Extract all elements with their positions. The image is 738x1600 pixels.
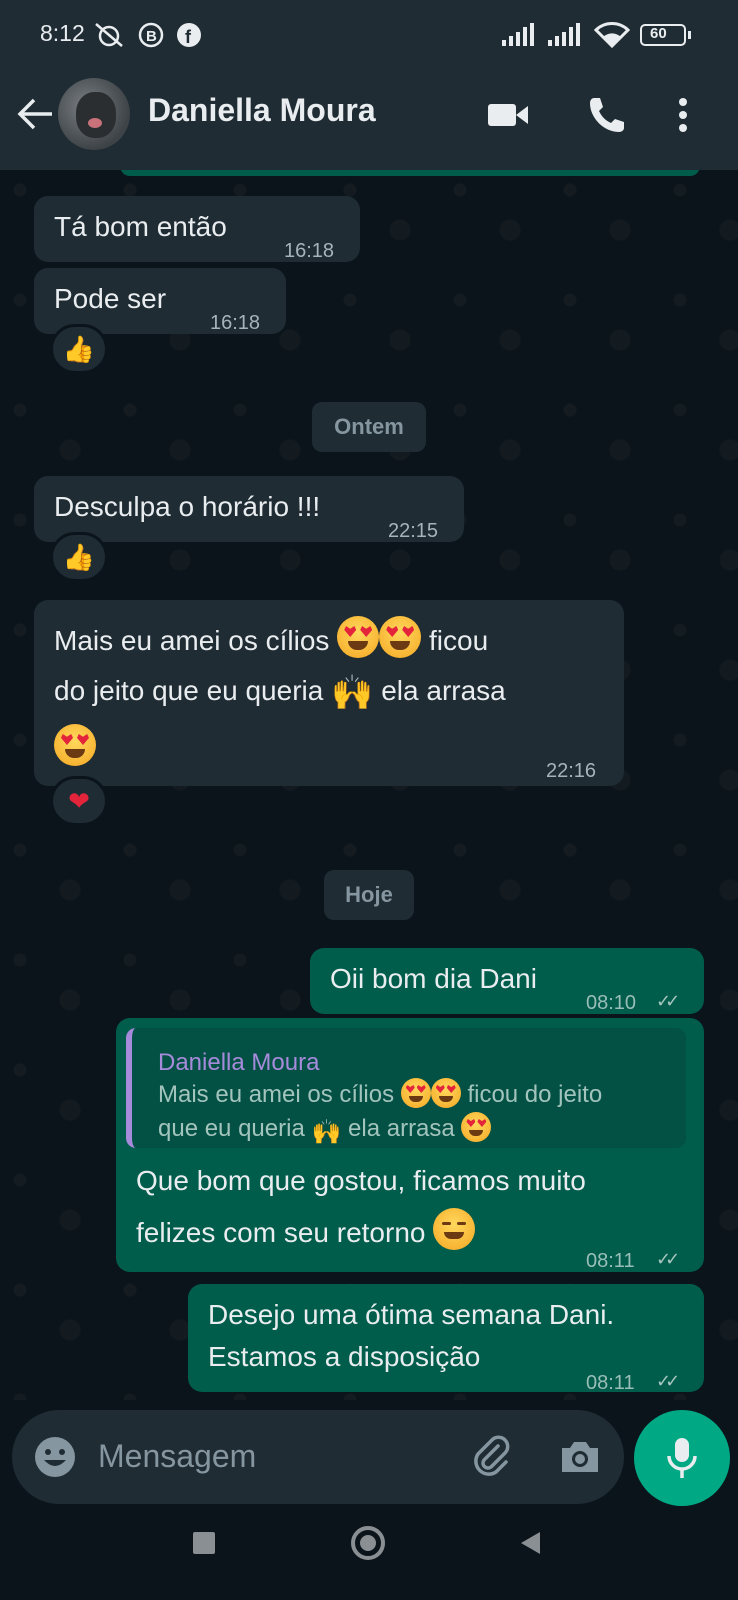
message-composer: Mensagem — [12, 1410, 624, 1504]
message-text: Pode ser — [54, 283, 167, 314]
quoted-text-part: ela arrasa — [348, 1115, 455, 1142]
heart-eyes-emoji-icon — [461, 1112, 492, 1142]
svg-text:f: f — [185, 27, 192, 47]
battery-tip — [688, 31, 691, 39]
message-time: 08:11 — [586, 1250, 635, 1272]
quoted-text: Mais eu amei os cílios ficou do jeito qu… — [158, 1078, 678, 1150]
voice-call-icon[interactable] — [582, 90, 632, 140]
emoji-icon[interactable] — [32, 1434, 78, 1480]
signal-2-icon — [548, 23, 580, 46]
message-text: Oii bom dia Dani — [330, 963, 537, 994]
heart-eyes-emoji-icon — [430, 1078, 461, 1108]
heart-eyes-emoji-icon — [337, 616, 380, 658]
heart-eyes-emoji-icon — [54, 724, 96, 766]
reaction-thumbs-up-icon[interactable]: 👍 — [50, 532, 108, 582]
alarm-off-icon — [95, 23, 123, 47]
quoted-text-part: que eu queria — [158, 1115, 305, 1142]
system-navigation-bar — [0, 1510, 738, 1600]
outgoing-message-partial — [120, 170, 700, 176]
battery-level: 60 — [650, 25, 667, 42]
incoming-message[interactable]: Tá bom então 16:18 — [34, 196, 360, 262]
message-emoji-line — [54, 724, 96, 770]
message-time: 16:18 — [284, 240, 335, 262]
chat-area[interactable]: Tá bom então 16:18 Pode ser 16:18 👍 Onte… — [0, 170, 738, 1400]
date-chip: Hoje — [324, 870, 414, 920]
battery-icon: 60 — [640, 24, 686, 46]
message-text: Estamos a disposição — [208, 1341, 481, 1372]
avatar[interactable] — [58, 78, 130, 150]
message-text: Tá bom então — [54, 211, 227, 242]
reaction-thumbs-up-icon[interactable]: 👍 — [50, 324, 108, 374]
heart-eyes-emoji-icon — [379, 616, 422, 658]
message-input[interactable]: Mensagem — [98, 1438, 256, 1475]
smiling-face-emoji-icon — [433, 1208, 476, 1250]
app-bar: Daniella Moura — [0, 70, 738, 170]
message-text: do jeito que eu queria — [54, 675, 324, 706]
message-text: Mais eu amei os cílios — [54, 625, 330, 656]
microphone-icon — [667, 1438, 697, 1478]
more-options-icon[interactable] — [668, 90, 698, 140]
status-time: 8:12 — [40, 20, 85, 46]
quoted-message[interactable]: Daniella Moura Mais eu amei os cílios fi… — [126, 1028, 686, 1148]
message-text: felizes com seu retorno — [136, 1217, 426, 1248]
message-time: 08:11 — [586, 1372, 635, 1394]
video-call-icon[interactable] — [482, 90, 532, 140]
b-app-icon: B — [138, 22, 164, 48]
raising-hands-emoji-icon: 🙌 — [331, 674, 374, 712]
camera-icon[interactable] — [556, 1434, 604, 1480]
quoted-text-part: Mais eu amei os cílios — [158, 1081, 395, 1108]
reaction-heart-icon[interactable]: ❤ — [50, 776, 108, 826]
message-text: Que bom que gostou, ficamos muito — [136, 1165, 586, 1196]
raising-hands-emoji-icon: 🙌 — [311, 1119, 342, 1146]
quoted-text-part: ficou do jeito — [467, 1081, 603, 1108]
message-text-line: felizes com seu retorno — [136, 1208, 476, 1254]
back-nav-icon[interactable] — [518, 1530, 544, 1556]
incoming-message[interactable]: Desculpa o horário !!! 22:15 — [34, 476, 464, 542]
heart-eyes-emoji-icon — [400, 1078, 431, 1108]
outgoing-message[interactable]: Desejo uma ótima semana Dani. Estamos a … — [188, 1284, 704, 1394]
outgoing-message[interactable]: Oii bom dia Dani 08:10 ✓✓ — [310, 948, 704, 1014]
message-time: 16:18 — [210, 312, 261, 334]
signal-1-icon — [502, 23, 534, 46]
read-receipt-icon: ✓✓ — [656, 991, 680, 1011]
svg-text:B: B — [146, 28, 157, 45]
incoming-message[interactable]: Mais eu amei os cílios ficou do jeito qu… — [34, 600, 624, 786]
attach-icon[interactable] — [468, 1432, 516, 1480]
voice-record-button[interactable] — [634, 1410, 730, 1506]
home-button[interactable] — [351, 1526, 385, 1560]
outgoing-message[interactable]: Daniella Moura Mais eu amei os cílios fi… — [116, 1018, 704, 1272]
message-text: ficou — [429, 625, 489, 656]
wifi-icon — [594, 22, 630, 48]
facebook-icon: f — [177, 23, 201, 47]
message-time: 22:15 — [388, 520, 439, 542]
date-chip: Ontem — [312, 402, 426, 452]
message-time: 22:16 — [546, 760, 597, 782]
read-receipt-icon: ✓✓ — [656, 1249, 680, 1269]
recents-button[interactable] — [193, 1532, 215, 1554]
status-bar: 8:12 B f 60 — [0, 0, 738, 70]
message-text: Desculpa o horário !!! — [54, 491, 321, 522]
message-text: Desejo uma ótima semana Dani. — [208, 1299, 615, 1330]
read-receipt-icon: ✓✓ — [656, 1371, 680, 1391]
message-text: ela arrasa — [381, 675, 506, 706]
message-text-line: Mais eu amei os cílios ficou — [54, 616, 488, 662]
contact-name[interactable]: Daniella Moura — [148, 92, 376, 129]
back-arrow-icon[interactable] — [14, 92, 58, 136]
message-text-line: do jeito que eu queria 🙌 ela arrasa — [54, 670, 506, 714]
